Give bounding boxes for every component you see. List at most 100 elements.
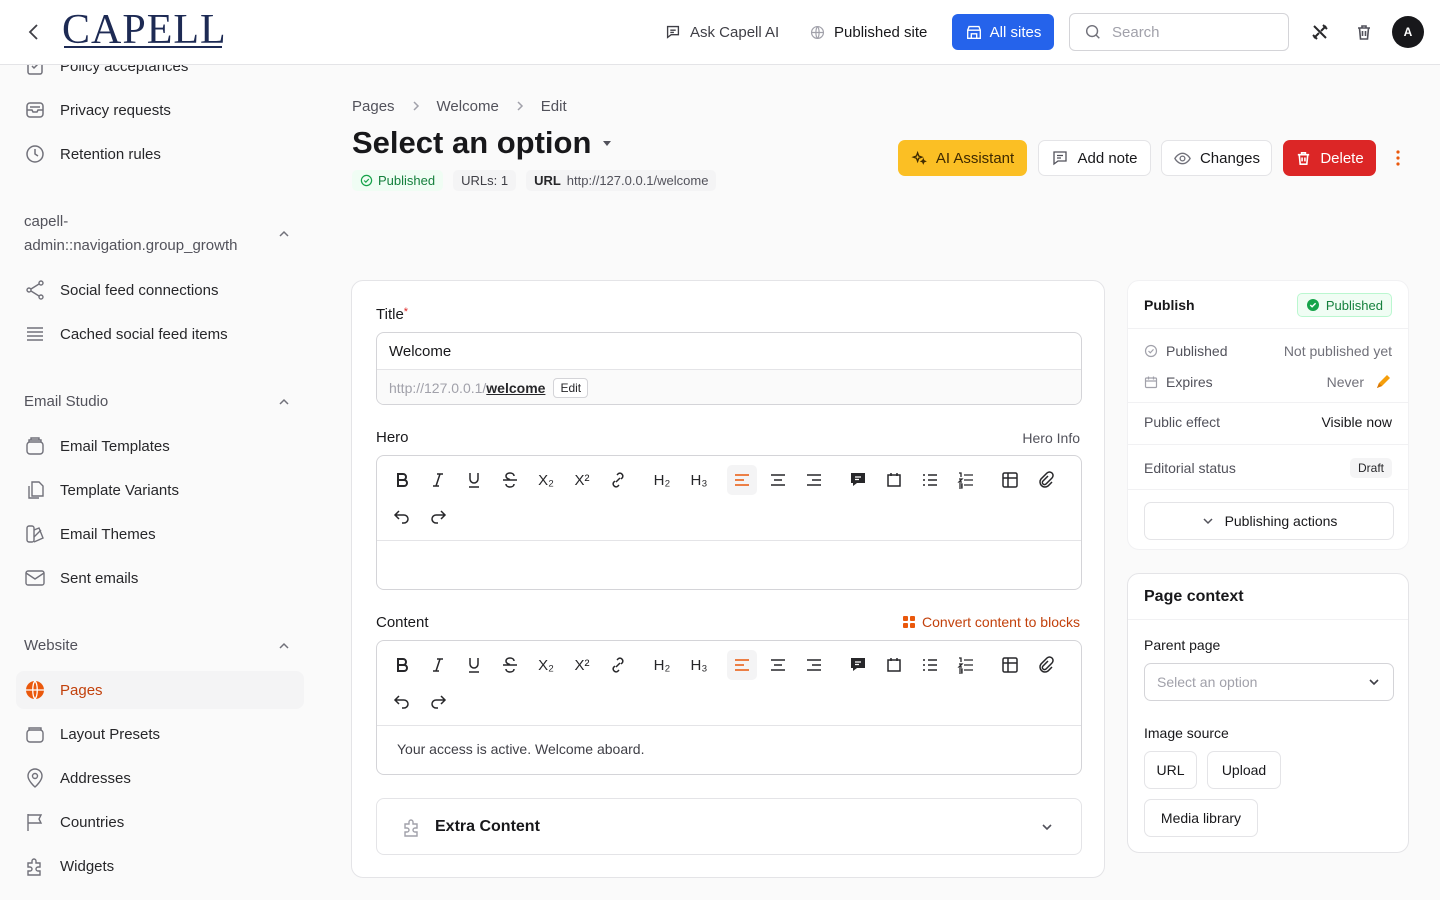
- image-source-upload-button[interactable]: Upload: [1207, 751, 1281, 789]
- link-icon[interactable]: [603, 465, 633, 495]
- align-right-icon[interactable]: [799, 465, 829, 495]
- url-base: http://127.0.0.1/: [389, 380, 487, 396]
- sidebar-item-email-themes[interactable]: Email Themes: [16, 515, 304, 553]
- link-icon[interactable]: [603, 650, 633, 680]
- sidebar-item-policy-acceptances[interactable]: Policy acceptances: [16, 65, 304, 85]
- heading-3-icon[interactable]: H₃: [684, 465, 714, 495]
- published-site-link[interactable]: Published site: [809, 20, 927, 44]
- align-center-icon[interactable]: [763, 465, 793, 495]
- ask-ai-link[interactable]: Ask Capell AI: [664, 20, 779, 44]
- search-box[interactable]: [1069, 13, 1289, 51]
- align-center-icon[interactable]: [763, 650, 793, 680]
- ai-assistant-button[interactable]: AI Assistant: [898, 140, 1027, 176]
- strikethrough-icon[interactable]: [495, 650, 525, 680]
- attach-link-icon[interactable]: [1031, 650, 1061, 680]
- strikethrough-icon[interactable]: [495, 465, 525, 495]
- redo-icon[interactable]: [423, 501, 453, 531]
- undo-icon[interactable]: [387, 501, 417, 531]
- pencil-icon[interactable]: [1374, 373, 1392, 391]
- heading-3-icon[interactable]: H₃: [684, 650, 714, 680]
- page-title[interactable]: Select an option: [352, 124, 613, 162]
- breadcrumb-item[interactable]: Welcome: [437, 98, 499, 115]
- undo-icon[interactable]: [387, 686, 417, 716]
- chevron-right-icon: [513, 99, 527, 113]
- underline-icon[interactable]: [459, 650, 489, 680]
- align-left-icon[interactable]: [727, 465, 757, 495]
- italic-icon[interactable]: [423, 465, 453, 495]
- tools-icon[interactable]: [1310, 22, 1330, 42]
- required-marker: *: [403, 306, 409, 318]
- sidebar-item-label: Widgets: [60, 857, 115, 875]
- ordered-list-icon[interactable]: [951, 465, 981, 495]
- changes-button[interactable]: Changes: [1161, 140, 1272, 176]
- sidebar-item-social-feed-connections[interactable]: Social feed connections: [16, 271, 304, 309]
- bullet-list-icon[interactable]: [915, 465, 945, 495]
- image-source-url-button[interactable]: URL: [1144, 751, 1197, 789]
- subscript-icon[interactable]: X₂: [531, 465, 561, 495]
- convert-label: Convert content to blocks: [922, 614, 1080, 630]
- superscript-icon[interactable]: X²: [567, 650, 597, 680]
- table-icon[interactable]: [995, 465, 1025, 495]
- sidebar-item-privacy-requests[interactable]: Privacy requests: [16, 91, 304, 129]
- media-library-button[interactable]: Media library: [1144, 799, 1258, 837]
- url-badge[interactable]: URL http://127.0.0.1/welcome: [526, 169, 717, 191]
- table-icon[interactable]: [995, 650, 1025, 680]
- subscript-icon[interactable]: X₂: [531, 650, 561, 680]
- sidebar-item-countries[interactable]: Countries: [16, 803, 304, 841]
- delete-button[interactable]: Delete: [1283, 140, 1376, 176]
- sidebar-item-template-variants[interactable]: Template Variants: [16, 471, 304, 509]
- add-note-button[interactable]: Add note: [1038, 140, 1151, 176]
- content-editor[interactable]: X₂ X² H₂ H₃ Your access is active. Welco…: [376, 640, 1082, 775]
- sidebar-item-widgets[interactable]: Widgets: [16, 847, 304, 885]
- avatar[interactable]: A: [1392, 16, 1424, 48]
- code-block-icon[interactable]: [879, 465, 909, 495]
- ai-assistant-label: AI Assistant: [935, 149, 1015, 167]
- convert-to-blocks-link[interactable]: Convert content to blocks: [902, 614, 1080, 630]
- bullet-list-icon[interactable]: [915, 650, 945, 680]
- italic-icon[interactable]: [423, 650, 453, 680]
- align-right-icon[interactable]: [799, 650, 829, 680]
- back-arrow-icon[interactable]: [22, 20, 46, 44]
- heading-2-icon[interactable]: H₂: [647, 465, 677, 495]
- content-body[interactable]: Your access is active. Welcome aboard.: [397, 741, 644, 757]
- title-field[interactable]: Welcome http://127.0.0.1/ welcome Edit: [376, 332, 1082, 405]
- superscript-icon[interactable]: X²: [567, 465, 597, 495]
- heading-2-icon[interactable]: H₂: [647, 650, 677, 680]
- trash-icon[interactable]: [1354, 22, 1374, 42]
- sidebar-item-email-templates[interactable]: Email Templates: [16, 427, 304, 465]
- hero-editor[interactable]: X₂ X² H₂ H₃: [376, 455, 1082, 590]
- bold-icon[interactable]: [387, 650, 417, 680]
- code-block-icon[interactable]: [879, 650, 909, 680]
- title-input[interactable]: Welcome: [389, 343, 451, 360]
- sidebar-group-email-studio[interactable]: Email Studio: [24, 390, 304, 414]
- sidebar-item-layout-presets[interactable]: Layout Presets: [16, 715, 304, 753]
- extra-content-section[interactable]: Extra Content: [376, 798, 1082, 855]
- sidebar-group-growth[interactable]: capell-admin::navigation.group_growth: [24, 210, 304, 258]
- breadcrumb-item[interactable]: Pages: [352, 98, 395, 115]
- redo-icon[interactable]: [423, 686, 453, 716]
- all-sites-button[interactable]: All sites: [952, 14, 1054, 50]
- underline-icon[interactable]: [459, 465, 489, 495]
- sidebar-item-sent-emails[interactable]: Sent emails: [16, 559, 304, 597]
- sidebar-item-retention-rules[interactable]: Retention rules: [16, 135, 304, 173]
- search-input[interactable]: [1112, 23, 1262, 41]
- publishing-actions-button[interactable]: Publishing actions: [1144, 502, 1394, 540]
- edit-slug-button[interactable]: Edit: [553, 378, 589, 398]
- inbox-icon: [24, 99, 46, 121]
- ordered-list-icon[interactable]: [951, 650, 981, 680]
- align-left-icon[interactable]: [727, 650, 757, 680]
- page-context-card: Page context Parent page Select an optio…: [1127, 573, 1409, 853]
- quote-icon[interactable]: [843, 465, 873, 495]
- flag-icon: [24, 811, 46, 833]
- sidebar-item-cached-social-feed-items[interactable]: Cached social feed items: [16, 315, 304, 353]
- sidebar-item-pages[interactable]: Pages: [16, 671, 304, 709]
- more-vertical-icon[interactable]: [1389, 148, 1407, 168]
- sidebar-group-website[interactable]: Website: [24, 634, 304, 658]
- url-slug[interactable]: welcome: [486, 380, 545, 396]
- attach-link-icon[interactable]: [1031, 465, 1061, 495]
- quote-icon[interactable]: [843, 650, 873, 680]
- sidebar-item-addresses[interactable]: Addresses: [16, 759, 304, 797]
- bold-icon[interactable]: [387, 465, 417, 495]
- divider: [1128, 328, 1408, 329]
- parent-page-select[interactable]: Select an option: [1144, 663, 1394, 701]
